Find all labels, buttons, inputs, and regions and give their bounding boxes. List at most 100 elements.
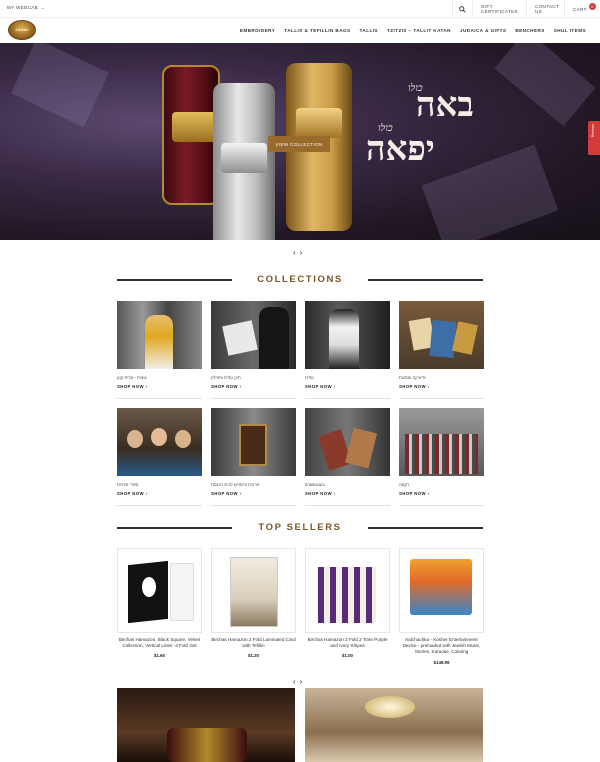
- product-image: [211, 548, 296, 633]
- cart-label: CART: [573, 6, 587, 12]
- chevron-down-icon: ⌄: [41, 5, 45, 10]
- chevron-right-icon: ›: [427, 384, 430, 389]
- reviews-tab-label: Reviews: [591, 124, 595, 138]
- divider: [117, 505, 202, 506]
- view-collection-button[interactable]: VIEW COLLECTION: [268, 136, 330, 152]
- product-image: [117, 548, 202, 633]
- person-figure: [145, 315, 173, 369]
- product-price: $1.00: [342, 653, 353, 659]
- red-tefillin-case-image: [162, 65, 220, 205]
- shop-now-label: SHOP NOW: [399, 384, 426, 389]
- shop-now-label: SHOP NOW: [305, 384, 332, 389]
- search-button[interactable]: [452, 0, 472, 18]
- shop-now-link[interactable]: SHOP NOW ›: [305, 384, 390, 389]
- collection-image: [117, 301, 202, 369]
- promo-image-shul[interactable]: [305, 688, 483, 762]
- nav-item-tallis[interactable]: TALLIS: [360, 28, 378, 33]
- nav-menu: EMBROIDERY TALLIS & TEFILLIN BAGS TALLIS…: [240, 18, 586, 43]
- product-card[interactable]: Birchas Hamazon 2 Fold Laminated Card wi…: [211, 548, 296, 658]
- background-crystal: [421, 144, 559, 240]
- collection-caption: רקמה: [399, 482, 410, 487]
- collection-tile[interactable]: רקמה SHOP NOW ›: [399, 408, 484, 506]
- nav-item-judaica-gifts[interactable]: JUDAICA & GIFTS: [460, 28, 506, 33]
- collection-tile[interactable]: תיק טלית ותפילין SHOP NOW ›: [211, 301, 296, 399]
- slider-next-button[interactable]: ›: [300, 677, 307, 686]
- collection-image: [117, 408, 202, 476]
- cart-link[interactable]: CART 0: [564, 0, 600, 18]
- shop-now-link[interactable]: SHOP NOW ›: [305, 491, 390, 496]
- product-price: $1.60: [154, 653, 165, 659]
- kidchachka-box: [410, 559, 472, 615]
- product-image: [305, 548, 390, 633]
- chevron-right-icon: ›: [145, 384, 148, 389]
- account-label: MY WEBCAB: [7, 5, 39, 10]
- chevron-right-icon: ›: [427, 491, 430, 496]
- collection-tile[interactable]: ספרי זמירות SHOP NOW ›: [117, 408, 202, 506]
- product-name: Birchas Hamazon 2 Fold 2 Tone Purple and…: [307, 637, 388, 649]
- collection-caption: פרוכת וכיסויים לבית הכנסת: [211, 482, 260, 487]
- nav-item-tzitzis[interactable]: TZITZIS – TALLIT KATAN: [387, 28, 451, 33]
- nav-item-tallis-tefillin-bags[interactable]: TALLIS & TEFILLIN BAGS: [284, 28, 350, 33]
- logo-text: ZAHAV: [15, 27, 29, 32]
- background-crystal: [11, 43, 109, 128]
- crown-ornament: [221, 143, 267, 173]
- bencher-book: [318, 429, 352, 471]
- divider: [399, 505, 484, 506]
- gold-case: [167, 728, 247, 762]
- divider: [305, 398, 390, 399]
- divider: [368, 279, 483, 281]
- collection-caption: טלית: [305, 375, 314, 380]
- slider-next-button[interactable]: ›: [300, 248, 307, 257]
- promo-image-tefillin[interactable]: [117, 688, 295, 762]
- collections-heading: COLLECTIONS: [117, 274, 483, 286]
- collection-image: [305, 408, 390, 476]
- slider-prev-button[interactable]: ‹: [293, 248, 300, 257]
- shop-now-link[interactable]: SHOP NOW ›: [399, 491, 484, 496]
- shop-now-link[interactable]: SHOP NOW ›: [211, 384, 296, 389]
- shop-now-label: SHOP NOW: [305, 491, 332, 496]
- bencher-page: [170, 563, 194, 621]
- shop-now-link[interactable]: SHOP NOW ›: [117, 384, 202, 389]
- child-face: [127, 430, 143, 448]
- judaica-item: [429, 320, 457, 358]
- product-price: $1.20: [248, 653, 259, 659]
- person-figure: [259, 307, 289, 369]
- shop-now-link[interactable]: SHOP NOW ›: [399, 384, 484, 389]
- top-utility-bar: MY WEBCAB ⌄ GIFT CERTIFICATES CONTACT US …: [0, 0, 600, 18]
- account-menu[interactable]: MY WEBCAB ⌄: [7, 5, 45, 10]
- collection-image: [399, 301, 484, 369]
- collection-tile[interactable]: ציצית - טלית קטן SHOP NOW ›: [117, 301, 202, 399]
- collection-tile[interactable]: פרוכת וכיסויים לבית הכנסת SHOP NOW ›: [211, 408, 296, 506]
- collection-tile[interactable]: יודאיקה ומתנות SHOP NOW ›: [399, 301, 484, 399]
- silver-tefillin-case-image: [213, 83, 275, 240]
- gift-certificates-link[interactable]: GIFT CERTIFICATES: [472, 0, 526, 18]
- product-name: Birchas Hamazon 2 Fold Laminated Card wi…: [211, 637, 296, 649]
- collection-tile[interactable]: בענטשערס SHOP NOW ›: [305, 408, 390, 506]
- collection-tile[interactable]: טלית SHOP NOW ›: [305, 301, 390, 399]
- slider-prev-button[interactable]: ‹: [293, 677, 300, 686]
- bag-product: [222, 320, 258, 356]
- shop-now-label: SHOP NOW: [211, 491, 238, 496]
- reviews-side-tab[interactable]: Reviews: [588, 121, 600, 155]
- shop-now-label: SHOP NOW: [117, 384, 144, 389]
- collection-image: [305, 301, 390, 369]
- nav-item-benchers[interactable]: BENCHERS: [515, 28, 544, 33]
- contact-us-link[interactable]: CONTACT US: [526, 0, 564, 18]
- embroidery-threads: [405, 434, 478, 474]
- divider: [117, 398, 202, 399]
- product-card[interactable]: Birchas Hamazon 2 Fold 2 Tone Purple and…: [305, 548, 390, 658]
- product-card[interactable]: Kidchachka - Kosher Entertainment Device…: [399, 548, 484, 665]
- nav-item-shul-items[interactable]: SHUL ITEMS: [554, 28, 586, 33]
- divider: [211, 398, 296, 399]
- divider: [399, 398, 484, 399]
- search-icon: [459, 5, 466, 13]
- nav-item-embroidery[interactable]: EMBROIDERY: [240, 28, 275, 33]
- collection-caption: ספרי זמירות: [117, 482, 139, 487]
- child-face: [151, 428, 167, 446]
- background-crystal: [494, 43, 596, 127]
- product-image: [399, 548, 484, 633]
- shop-now-link[interactable]: SHOP NOW ›: [211, 491, 296, 496]
- product-card[interactable]: Birchas Hamazon, Black Square, Velvet Co…: [117, 548, 202, 658]
- crown-ornament: [296, 108, 342, 138]
- shop-now-link[interactable]: SHOP NOW ›: [117, 491, 202, 496]
